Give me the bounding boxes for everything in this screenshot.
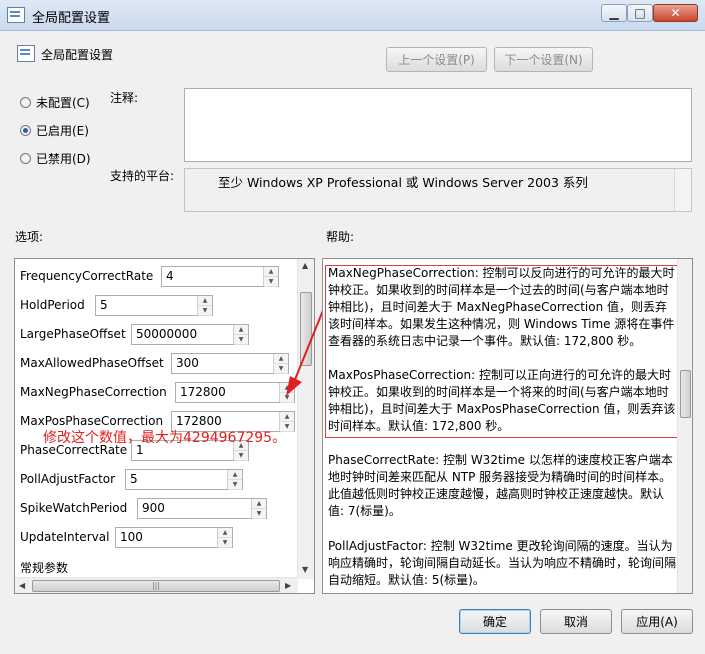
spin-up-icon[interactable]: ▲ — [264, 267, 278, 277]
option-value[interactable]: 300 — [172, 354, 273, 373]
spin-up-icon[interactable]: ▲ — [228, 470, 242, 480]
spin-up-icon[interactable]: ▲ — [280, 412, 294, 422]
spin-down-icon[interactable]: ▼ — [234, 451, 248, 461]
spin-up-icon[interactable]: ▲ — [252, 499, 266, 509]
close-button[interactable]: ✕ — [653, 4, 698, 22]
apply-button[interactable]: 应用(A) — [621, 609, 693, 634]
help-paragraph: MaxNegPhaseCorrection: 控制可以反向进行的可允许的最大时钟… — [328, 266, 675, 348]
help-paragraph: PhaseCorrectRate: 控制 W32time 以怎样的速度校正客户端… — [328, 453, 673, 518]
help-panel[interactable]: MaxNegPhaseCorrection: 控制可以反向进行的可允许的最大时钟… — [322, 258, 693, 594]
window-title: 全局配置设置 — [32, 11, 111, 26]
spin-up-icon[interactable]: ▲ — [218, 528, 232, 538]
option-value[interactable]: 4 — [162, 267, 263, 286]
annotation-text: 修改这个数值，最大为4294967295。 — [43, 430, 287, 446]
spin-arrows[interactable]: ▲ ▼ — [217, 528, 232, 548]
option-label: LargePhaseOffset — [20, 327, 126, 341]
option-value[interactable]: 5 — [96, 296, 197, 315]
radio-disabled[interactable]: 已禁用(D) — [20, 150, 91, 167]
option-spinbox[interactable]: 300 ▲ ▼ — [171, 353, 289, 374]
option-label: UpdateInterval — [20, 530, 110, 544]
title-bar[interactable]: 全局配置设置 ▁ □ ✕ — [0, 0, 705, 31]
platform-label: 支持的平台: — [110, 169, 175, 183]
radio-circle[interactable] — [20, 125, 31, 136]
maximize-button[interactable]: □ — [627, 4, 653, 22]
option-value[interactable]: 900 — [138, 499, 251, 518]
comment-textarea[interactable] — [184, 88, 692, 162]
spin-down-icon[interactable]: ▼ — [234, 335, 248, 345]
option-spinbox[interactable]: 100 ▲ ▼ — [115, 527, 233, 548]
option-label: FrequencyCorrectRate — [20, 269, 154, 283]
platform-value: 至少 Windows XP Professional 或 Windows Ser… — [218, 175, 588, 190]
spin-arrows[interactable]: ▲ ▼ — [263, 267, 278, 287]
option-spinbox[interactable]: 900 ▲ ▼ — [137, 498, 267, 519]
comment-label: 注释: — [110, 91, 139, 105]
option-value[interactable]: 5 — [126, 470, 227, 489]
scroll-left-icon[interactable]: ◀ — [19, 581, 25, 590]
cancel-button[interactable]: 取消 — [540, 609, 612, 634]
spin-down-icon[interactable]: ▼ — [218, 538, 232, 548]
option-label: MaxAllowedPhaseOffset — [20, 356, 164, 370]
platform-field: 至少 Windows XP Professional 或 Windows Ser… — [184, 168, 692, 212]
spin-arrows[interactable]: ▲ ▼ — [197, 296, 212, 316]
option-spinbox[interactable]: 5 ▲ ▼ — [125, 469, 243, 490]
option-spinbox[interactable]: 5 ▲ ▼ — [95, 295, 213, 316]
spin-arrows[interactable]: ▲ ▼ — [227, 470, 242, 490]
spin-down-icon[interactable]: ▼ — [198, 306, 212, 316]
scroll-right-icon[interactable]: ▶ — [285, 581, 291, 590]
scroll-up-icon[interactable]: ▲ — [302, 261, 308, 270]
help-paragraph: MaxPosPhaseCorrection: 控制可以正向进行的可允许的最大时钟… — [328, 368, 676, 433]
spin-arrows[interactable]: ▲ ▼ — [251, 499, 266, 519]
radio-enabled[interactable]: 已启用(E) — [20, 122, 89, 139]
option-label: SpikeWatchPeriod — [20, 501, 128, 515]
setting-title: 全局配置设置 — [41, 48, 114, 62]
options-horizontal-scrollbar[interactable]: ◀ ||| ▶ — [15, 577, 298, 593]
next-setting-button[interactable]: 下一个设置(N) — [494, 47, 593, 72]
help-paragraph: PollAdjustFactor: 控制 W32time 更改轮询间隔的速度。当… — [328, 539, 677, 587]
radio-not-configured[interactable]: 未配置(C) — [20, 94, 90, 111]
help-heading: 帮助: — [326, 230, 355, 244]
previous-setting-button[interactable]: 上一个设置(P) — [386, 47, 487, 72]
option-value[interactable]: 172800 — [176, 383, 279, 402]
option-spinbox[interactable]: 50000000 ▲ ▼ — [131, 324, 249, 345]
options-heading: 选项: — [15, 230, 44, 244]
spin-down-icon[interactable]: ▼ — [264, 277, 278, 287]
option-label: MaxPosPhaseCorrection — [20, 414, 164, 428]
minimize-button[interactable]: ▁ — [601, 4, 627, 22]
scroll-thumb[interactable]: ||| — [32, 580, 280, 592]
spin-down-icon[interactable]: ▼ — [228, 480, 242, 490]
scroll-down-icon[interactable]: ▼ — [302, 565, 308, 574]
option-label: PollAdjustFactor — [20, 472, 116, 486]
spin-down-icon[interactable]: ▼ — [252, 509, 266, 519]
option-value[interactable]: 50000000 — [132, 325, 233, 344]
spin-up-icon[interactable]: ▲ — [198, 296, 212, 306]
setting-icon — [17, 45, 35, 62]
scroll-thumb[interactable] — [680, 370, 691, 418]
options-panel[interactable]: FrequencyCorrectRate 4 ▲ ▼ HoldPeriod 5 ▲ ▼ … — [14, 258, 315, 594]
option-spinbox[interactable]: 4 ▲ ▼ — [161, 266, 279, 287]
option-label: MaxNegPhaseCorrection — [20, 385, 167, 399]
spin-up-icon[interactable]: ▲ — [234, 325, 248, 335]
radio-circle[interactable] — [20, 97, 31, 108]
ok-button[interactable]: 确定 — [459, 609, 531, 634]
option-spinbox[interactable]: 172800 ▲ ▼ — [175, 382, 295, 403]
radio-circle[interactable] — [20, 153, 31, 164]
radio-label: 已启用(E) — [36, 124, 89, 138]
option-value[interactable]: 100 — [116, 528, 217, 547]
radio-label: 未配置(C) — [36, 96, 90, 110]
radio-label: 已禁用(D) — [36, 152, 91, 166]
options-footer-label: 常规参数 — [20, 561, 69, 575]
policy-icon — [7, 7, 25, 23]
help-vertical-scrollbar[interactable] — [677, 259, 692, 593]
option-label: HoldPeriod — [20, 298, 85, 312]
spin-arrows[interactable]: ▲ ▼ — [233, 325, 248, 345]
platform-scrollbar[interactable] — [674, 169, 691, 211]
